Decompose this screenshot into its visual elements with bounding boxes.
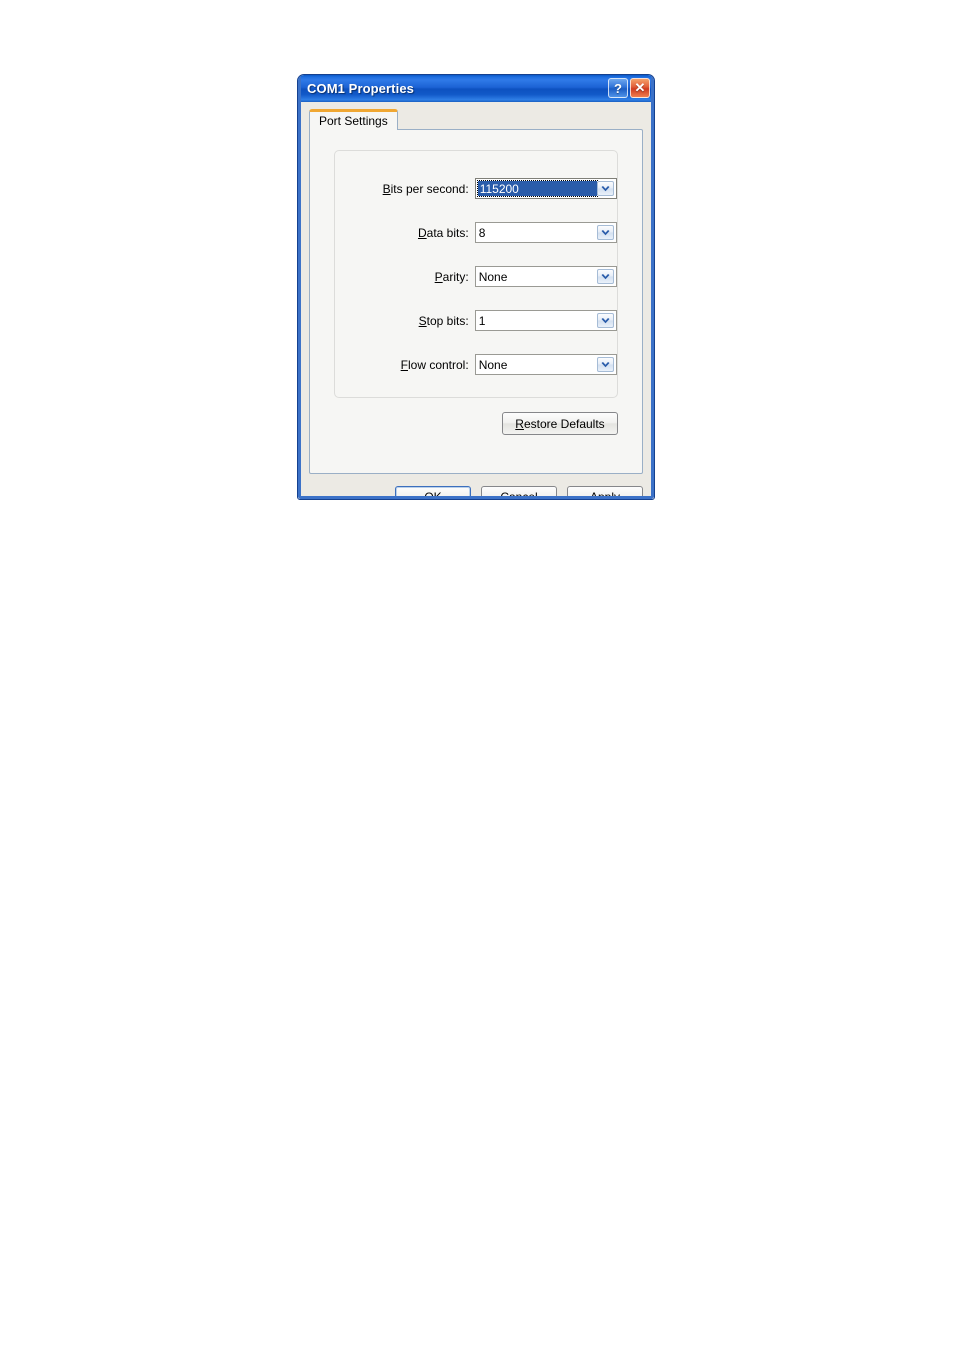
- tab-label: Port Settings: [319, 114, 388, 128]
- label-text-data-bits: ata bits:: [426, 225, 469, 240]
- combo-value-stop-bits: 1: [478, 313, 486, 328]
- restore-defaults-button[interactable]: Restore Defaults: [502, 412, 618, 435]
- label-stop-bits: Stop bits:: [335, 314, 475, 328]
- field-row-parity: Parity: None: [335, 266, 617, 287]
- titlebar-button-group: ? ✕: [608, 78, 650, 98]
- combo-bits-per-second[interactable]: 115200: [474, 178, 617, 199]
- dialog-footer: OK Cancel Apply: [309, 484, 643, 500]
- close-icon[interactable]: ✕: [630, 78, 650, 98]
- ok-button-label: OK: [424, 490, 442, 500]
- tab-panel-port-settings: Bits per second: 115200 Data bits: 8 Par…: [309, 129, 643, 474]
- chevron-down-icon[interactable]: [597, 357, 614, 372]
- cancel-button-label: Cancel: [500, 490, 538, 500]
- combo-data-bits[interactable]: 8: [474, 222, 617, 243]
- label-bits-per-second: Bits per second:: [335, 182, 475, 196]
- chevron-down-icon[interactable]: [597, 269, 614, 284]
- ok-button[interactable]: OK: [395, 485, 471, 500]
- chevron-down-icon[interactable]: [597, 181, 614, 196]
- com1-properties-dialog: COM1 Properties ? ✕ Port Settings Bits p…: [297, 74, 655, 500]
- dialog-title: COM1 Properties: [307, 81, 414, 96]
- label-mnemonic-data-bits: D: [417, 225, 427, 240]
- field-row-data-bits: Data bits: 8: [335, 222, 617, 243]
- field-row-stop-bits: Stop bits: 1: [335, 310, 617, 331]
- combo-value-data-bits: 8: [478, 225, 486, 240]
- label-mnemonic-flow-control: F: [400, 357, 408, 372]
- label-mnemonic-parity: P: [434, 269, 443, 284]
- combo-stop-bits[interactable]: 1: [474, 310, 617, 331]
- cancel-button[interactable]: Cancel: [481, 485, 557, 500]
- dialog-body: Port Settings Bits per second: 115200 Da…: [301, 102, 651, 499]
- label-text-parity: arity:: [442, 269, 469, 284]
- label-text-stop-bits: top bits:: [426, 313, 469, 328]
- label-text-bits-per-second: its per second:: [390, 181, 469, 196]
- tabstrip: Port Settings: [309, 108, 398, 130]
- label-data-bits: Data bits:: [335, 226, 475, 240]
- chevron-down-icon[interactable]: [597, 313, 614, 328]
- apply-button[interactable]: Apply: [567, 485, 643, 500]
- dialog-titlebar[interactable]: COM1 Properties ? ✕: [298, 75, 654, 103]
- label-mnemonic-stop-bits: S: [418, 313, 427, 328]
- tab-port-settings[interactable]: Port Settings: [309, 109, 398, 130]
- combo-value-parity: None: [478, 269, 508, 284]
- label-text-flow-control: low control:: [407, 357, 469, 372]
- apply-button-label: Apply: [589, 490, 621, 500]
- field-row-bits-per-second: Bits per second: 115200: [335, 178, 617, 199]
- chevron-down-icon[interactable]: [597, 225, 614, 240]
- help-icon[interactable]: ?: [608, 78, 628, 98]
- label-flow-control: Flow control:: [335, 358, 475, 372]
- field-row-flow-control: Flow control: None: [335, 354, 617, 375]
- label-parity: Parity:: [335, 270, 475, 284]
- combo-value-flow-control: None: [478, 357, 508, 372]
- combo-parity[interactable]: None: [474, 266, 617, 287]
- label-mnemonic-bits-per-second: B: [382, 181, 391, 196]
- port-settings-groupbox: Bits per second: 115200 Data bits: 8 Par…: [334, 150, 618, 398]
- combo-value-bits-per-second: 115200: [476, 180, 599, 197]
- combo-flow-control[interactable]: None: [474, 354, 617, 375]
- restore-defaults-label: Restore Defaults: [515, 416, 605, 431]
